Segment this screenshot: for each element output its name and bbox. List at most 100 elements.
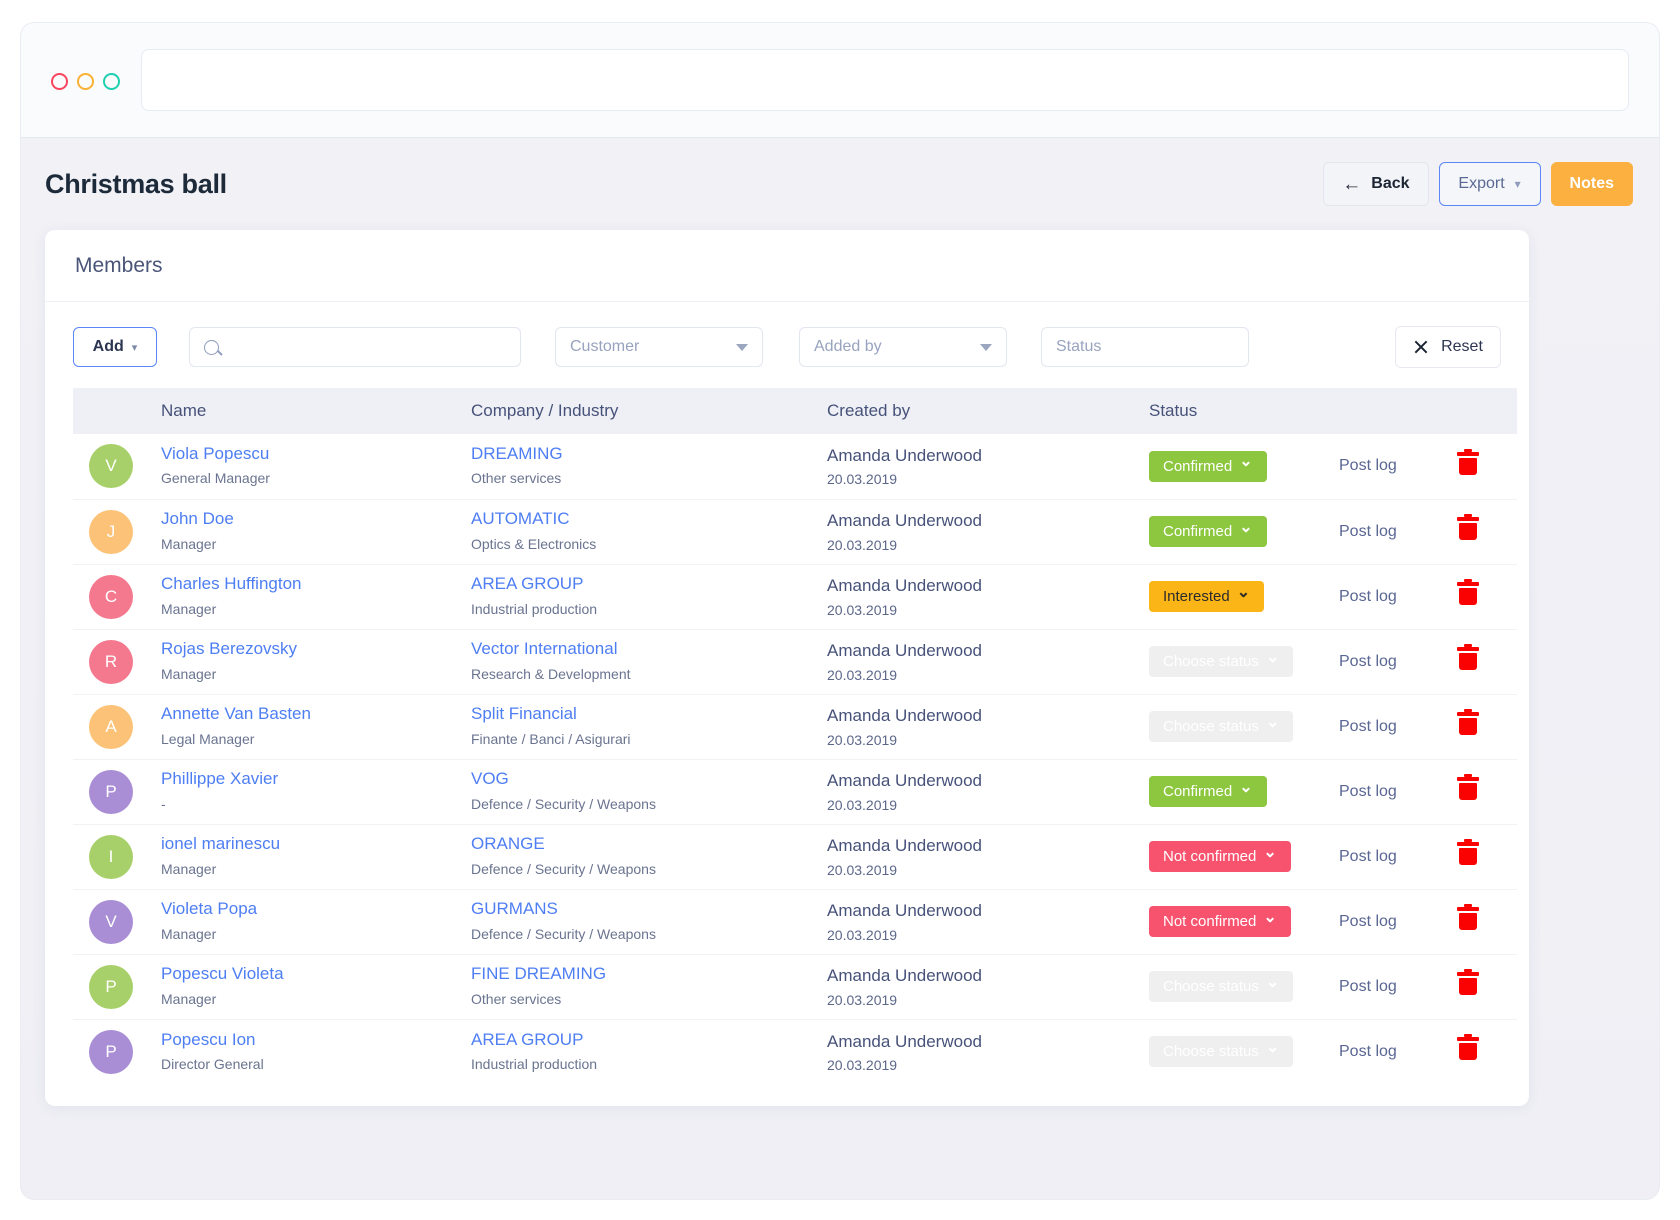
delete-icon[interactable]	[1457, 514, 1479, 541]
add-button[interactable]: Add ▾	[73, 327, 157, 367]
added-by-filter-select[interactable]: Added by	[799, 327, 1007, 367]
post-log-link[interactable]: Post log	[1339, 1043, 1397, 1060]
company-industry: Industrial production	[471, 1055, 598, 1072]
row-postlog-cell: Post log	[1339, 694, 1457, 759]
row-postlog-cell: Post log	[1339, 499, 1457, 564]
member-name-link[interactable]: ionel marinescu	[161, 833, 471, 855]
status-dropdown-button[interactable]: Not confirmed ⌄	[1149, 906, 1291, 937]
row-delete-cell	[1457, 694, 1517, 759]
member-role: Manager	[161, 925, 217, 942]
chevron-down-icon: ⌄	[1263, 908, 1277, 926]
post-log-link[interactable]: Post log	[1339, 848, 1397, 865]
member-name-link[interactable]: Popescu Violeta	[161, 963, 471, 985]
delete-icon[interactable]	[1457, 904, 1479, 931]
post-log-link[interactable]: Post log	[1339, 913, 1397, 930]
company-link[interactable]: FINE DREAMING	[471, 963, 827, 985]
delete-icon[interactable]	[1457, 969, 1479, 996]
post-log-link[interactable]: Post log	[1339, 588, 1397, 605]
close-icon	[1413, 339, 1429, 355]
row-name-cell: Phillippe Xavier -	[161, 759, 471, 824]
created-date: 20.03.2019	[827, 536, 898, 553]
member-role: Manager	[161, 665, 217, 682]
close-window-dot[interactable]	[51, 73, 68, 90]
member-name-link[interactable]: Phillippe Xavier	[161, 768, 471, 790]
member-name-link[interactable]: Charles Huffington	[161, 573, 471, 595]
status-dropdown-button[interactable]: Choose status ⌄	[1149, 646, 1294, 677]
row-created-by-cell: Amanda Underwood 20.03.2019	[827, 889, 1149, 954]
member-role: General Manager	[161, 470, 270, 487]
row-company-cell: Vector International Research & Developme…	[471, 629, 827, 694]
status-dropdown-button[interactable]: Confirmed ⌄	[1149, 776, 1267, 807]
row-company-cell: AREA GROUP Industrial production	[471, 564, 827, 629]
row-delete-cell	[1457, 889, 1517, 954]
delete-icon[interactable]	[1457, 709, 1479, 736]
status-dropdown-button[interactable]: Choose status ⌄	[1149, 971, 1294, 1002]
created-date: 20.03.2019	[827, 796, 898, 813]
company-link[interactable]: GURMANS	[471, 898, 827, 920]
company-link[interactable]: ORANGE	[471, 833, 827, 855]
row-name-cell: Charles Huffington Manager	[161, 564, 471, 629]
browser-url-bar[interactable]	[141, 49, 1629, 111]
row-company-cell: Split Financial Finante / Banci / Asigura…	[471, 694, 827, 759]
company-link[interactable]: DREAMING	[471, 443, 827, 465]
member-name-link[interactable]: Viola Popescu	[161, 443, 471, 465]
avatar-initial: I	[108, 846, 114, 866]
search-field-wrapper[interactable]	[189, 327, 521, 367]
post-log-link[interactable]: Post log	[1339, 457, 1397, 474]
chevron-down-icon: ⌄	[1265, 713, 1280, 731]
minimize-window-dot[interactable]	[77, 73, 94, 90]
delete-icon[interactable]	[1457, 1034, 1479, 1061]
post-log-link[interactable]: Post log	[1339, 523, 1397, 540]
company-link[interactable]: Split Financial	[471, 703, 827, 725]
delete-icon[interactable]	[1457, 839, 1479, 866]
member-name-link[interactable]: John Doe	[161, 508, 471, 530]
row-postlog-cell: Post log	[1339, 759, 1457, 824]
post-log-link[interactable]: Post log	[1339, 653, 1397, 670]
status-dropdown-button[interactable]: Choose status ⌄	[1149, 711, 1294, 742]
customer-filter-select[interactable]: Customer	[555, 327, 763, 367]
row-avatar-cell: C	[73, 564, 161, 629]
status-dropdown-button[interactable]: Confirmed ⌄	[1149, 516, 1267, 547]
delete-icon[interactable]	[1457, 774, 1479, 801]
created-date: 20.03.2019	[827, 861, 898, 878]
reset-filters-button[interactable]: Reset	[1395, 326, 1501, 368]
delete-icon[interactable]	[1457, 644, 1479, 671]
status-dropdown-button[interactable]: Not confirmed ⌄	[1149, 841, 1291, 872]
created-date: 20.03.2019	[827, 601, 898, 618]
row-postlog-cell: Post log	[1339, 889, 1457, 954]
delete-icon[interactable]	[1457, 579, 1479, 606]
back-button[interactable]: ← Back	[1323, 162, 1429, 206]
back-button-label: Back	[1371, 175, 1410, 192]
company-link[interactable]: VOG	[471, 768, 827, 790]
company-link[interactable]: AREA GROUP	[471, 1029, 827, 1051]
table-header-row: Name Company / Industry Created by Statu…	[73, 388, 1517, 434]
export-button[interactable]: Export ▾	[1438, 162, 1541, 206]
company-link[interactable]: Vector International	[471, 638, 827, 660]
status-dropdown-button[interactable]: Interested ⌄	[1149, 581, 1265, 612]
avatar-initial: A	[105, 716, 117, 736]
row-delete-cell	[1457, 759, 1517, 824]
row-name-cell: John Doe Manager	[161, 499, 471, 564]
member-name-link[interactable]: Violeta Popa	[161, 898, 471, 920]
post-log-link[interactable]: Post log	[1339, 718, 1397, 735]
post-log-link[interactable]: Post log	[1339, 783, 1397, 800]
post-log-link[interactable]: Post log	[1339, 978, 1397, 995]
avatar: P	[89, 1029, 133, 1074]
search-input[interactable]	[229, 338, 506, 356]
delete-icon[interactable]	[1457, 448, 1479, 476]
member-name-link[interactable]: Popescu Ion	[161, 1029, 471, 1051]
members-card: Members Add ▾ Customer Added by Status R…	[45, 230, 1529, 1106]
company-industry: Defence / Security / Weapons	[471, 925, 656, 942]
status-dropdown-button[interactable]: Choose status ⌄	[1149, 1036, 1294, 1068]
member-name-link[interactable]: Annette Van Basten	[161, 703, 471, 725]
browser-window-chrome	[20, 22, 1660, 138]
status-filter-select[interactable]: Status	[1041, 327, 1249, 367]
member-name-link[interactable]: Rojas Berezovsky	[161, 638, 471, 660]
status-dropdown-button[interactable]: Confirmed ⌄	[1149, 450, 1267, 482]
row-name-cell: ionel marinescu Manager	[161, 824, 471, 889]
maximize-window-dot[interactable]	[103, 73, 120, 90]
company-link[interactable]: AREA GROUP	[471, 573, 827, 595]
notes-button[interactable]: Notes	[1550, 162, 1633, 206]
company-link[interactable]: AUTOMATIC	[471, 508, 827, 530]
avatar: V	[89, 444, 133, 489]
